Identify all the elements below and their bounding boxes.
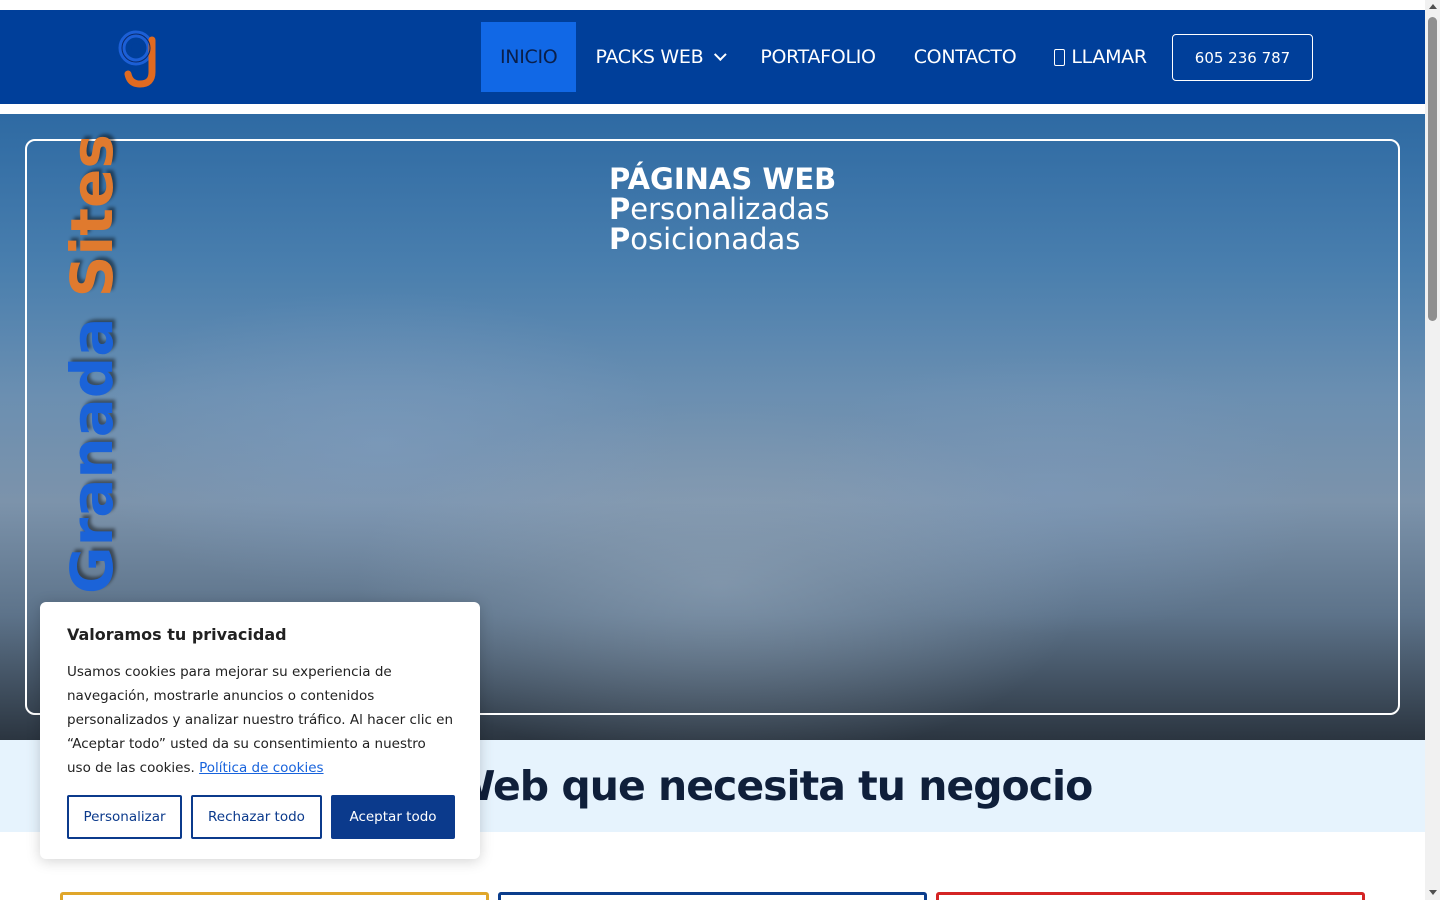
nav-item-portafolio[interactable]: PORTAFOLIO xyxy=(741,22,894,92)
phone-icon xyxy=(1054,48,1066,66)
chevron-down-icon xyxy=(714,47,728,61)
brand-part-sites: Sites xyxy=(58,134,126,297)
pack-card-3[interactable] xyxy=(936,892,1365,900)
top-strip xyxy=(0,0,1425,10)
cookie-customize-button[interactable]: Personalizar xyxy=(67,795,182,839)
hero-line-3-rest: osicionadas xyxy=(630,222,801,256)
cookie-accept-button[interactable]: Aceptar todo xyxy=(331,795,455,839)
scrollbar-thumb[interactable] xyxy=(1428,17,1437,321)
nav-label-portafolio: PORTAFOLIO xyxy=(760,46,876,68)
phone-number-label: 605 236 787 xyxy=(1194,48,1291,67)
main-nav: INICIO PACKS WEB PORTAFOLIO CONTACTO LLA… xyxy=(481,22,1166,92)
nav-label-inicio: INICIO xyxy=(500,46,558,68)
cookie-title: Valoramos tu privacidad xyxy=(67,625,287,644)
hero-line-3: Posicionadas xyxy=(609,224,836,254)
nav-label-packs-web: PACKS WEB xyxy=(595,46,704,68)
phone-number-button[interactable]: 605 236 787 xyxy=(1172,34,1313,81)
site-logo[interactable] xyxy=(114,28,172,88)
cookie-consent-banner: Valoramos tu privacidad Usamos cookies p… xyxy=(40,602,480,859)
brand-sites-text: Sites xyxy=(58,134,126,298)
pack-heading-rest: que necesita tu negocio xyxy=(548,762,1093,810)
hero-line-2-cap: P xyxy=(609,192,631,226)
hero-line-2-rest: ersonalizadas xyxy=(630,192,830,226)
cookie-reject-button[interactable]: Rechazar todo xyxy=(191,795,322,839)
scroll-up-arrow-icon[interactable] xyxy=(1429,4,1437,9)
brand-part-granada: Granada xyxy=(58,317,126,594)
nav-item-packs-web[interactable]: PACKS WEB xyxy=(576,22,741,92)
pack-card-1[interactable] xyxy=(60,892,489,900)
header-gap xyxy=(0,104,1425,114)
nav-label-contacto: CONTACTO xyxy=(913,46,1017,68)
hero-line-2: Personalizadas xyxy=(609,194,836,224)
hero-line-1: PÁGINAS WEB xyxy=(609,162,837,196)
brand-vertical-text: Granada Sites xyxy=(58,114,126,594)
cookie-buttons: Personalizar Rechazar todo Aceptar todo xyxy=(67,795,455,839)
site-header: INICIO PACKS WEB PORTAFOLIO CONTACTO LLA… xyxy=(0,10,1425,104)
nav-item-contacto[interactable]: CONTACTO xyxy=(895,22,1036,92)
nav-item-inicio[interactable]: INICIO xyxy=(481,22,577,92)
cookie-policy-link[interactable]: Política de cookies xyxy=(199,760,323,776)
hero-line-3-cap: P xyxy=(609,222,631,256)
hero-title: PÁGINAS WEB Personalizadas Posicionadas xyxy=(609,164,836,254)
cookie-text: Usamos cookies para mejorar su experienc… xyxy=(67,660,453,780)
scroll-down-arrow-icon[interactable] xyxy=(1429,890,1437,895)
nav-item-llamar[interactable]: LLAMAR xyxy=(1035,22,1165,92)
nav-label-llamar: LLAMAR xyxy=(1071,46,1147,68)
pack-card-2[interactable] xyxy=(498,892,927,900)
page-scrollbar[interactable] xyxy=(1425,0,1440,900)
